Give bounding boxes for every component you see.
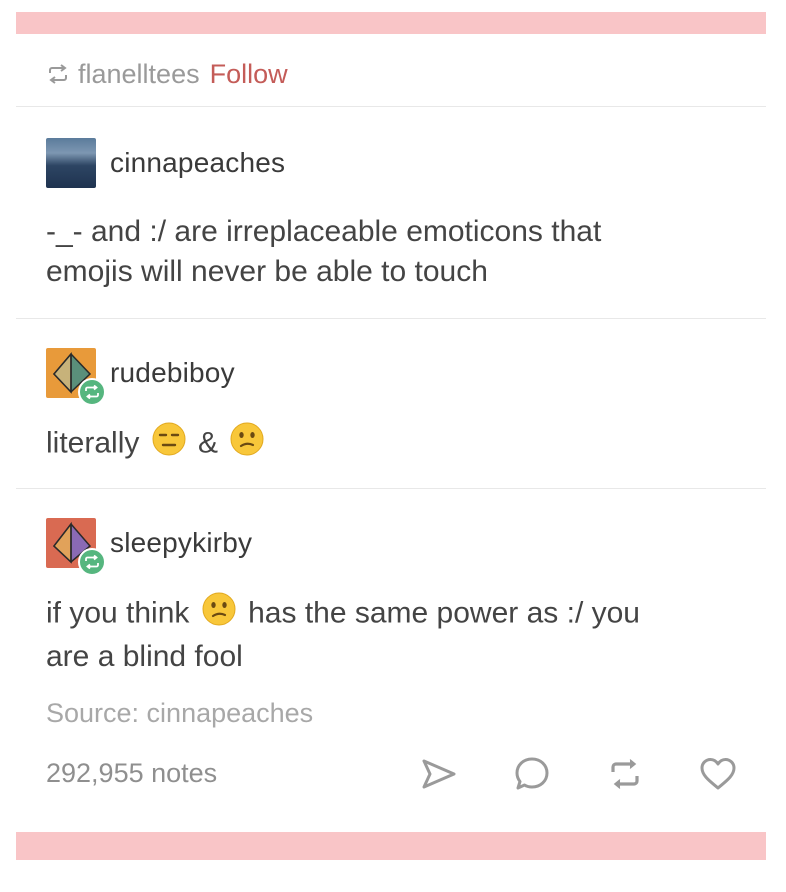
text-fragment: has the same power as :/ you [248, 596, 640, 630]
entry-header-sleepykirby: sleepykirby [46, 518, 252, 576]
text-line: if you think has the same power as :/ yo… [46, 592, 726, 637]
tumblr-post: flanelltees Follow cinnapeaches -_- and … [16, 34, 766, 832]
expressionless-face-emoji [152, 422, 186, 467]
follow-button[interactable]: Follow [210, 59, 288, 90]
entry-text-cinnapeaches: -_- and :/ are irreplaceable emoticons t… [46, 212, 726, 292]
heart-icon[interactable] [698, 754, 738, 794]
entry-header-cinnapeaches: cinnapeaches [46, 138, 285, 188]
bottom-pink-bar [16, 832, 766, 860]
username[interactable]: sleepykirby [110, 527, 252, 559]
confused-face-emoji [202, 592, 236, 637]
username[interactable]: rudebiboy [110, 357, 235, 389]
text-line: emojis will never be able to touch [46, 255, 488, 288]
avatar[interactable] [46, 348, 106, 406]
divider [16, 318, 766, 319]
notes-count[interactable]: 292,955 notes [46, 758, 217, 789]
text-fragment: literally [46, 426, 140, 460]
post-actions [366, 754, 738, 794]
reblog-badge-icon [78, 548, 106, 576]
text-fragment: & [198, 426, 219, 460]
entry-header-rudebiboy: rudebiboy [46, 348, 235, 406]
reblog-header: flanelltees Follow [46, 56, 288, 92]
reblog-badge-icon [78, 378, 106, 406]
top-pink-bar [16, 12, 766, 34]
text-line: -_- and :/ are irreplaceable emoticons t… [46, 215, 602, 248]
text-line: are a blind fool [46, 640, 243, 673]
reblog-icon[interactable] [605, 754, 645, 794]
entry-text-sleepykirby: if you think has the same power as :/ yo… [46, 592, 726, 677]
confused-face-emoji [230, 422, 264, 467]
avatar[interactable] [46, 138, 96, 188]
comment-icon[interactable] [512, 754, 552, 794]
username[interactable]: cinnapeaches [110, 147, 285, 179]
reblogger-username[interactable]: flanelltees [78, 59, 200, 90]
divider [16, 106, 766, 107]
reblog-icon [46, 64, 70, 84]
text-fragment: if you think [46, 596, 190, 630]
avatar[interactable] [46, 518, 106, 576]
entry-text-rudebiboy: literally & [46, 422, 726, 467]
post-source[interactable]: Source: cinnapeaches [46, 698, 313, 729]
share-icon[interactable] [419, 754, 459, 794]
divider [16, 488, 766, 489]
